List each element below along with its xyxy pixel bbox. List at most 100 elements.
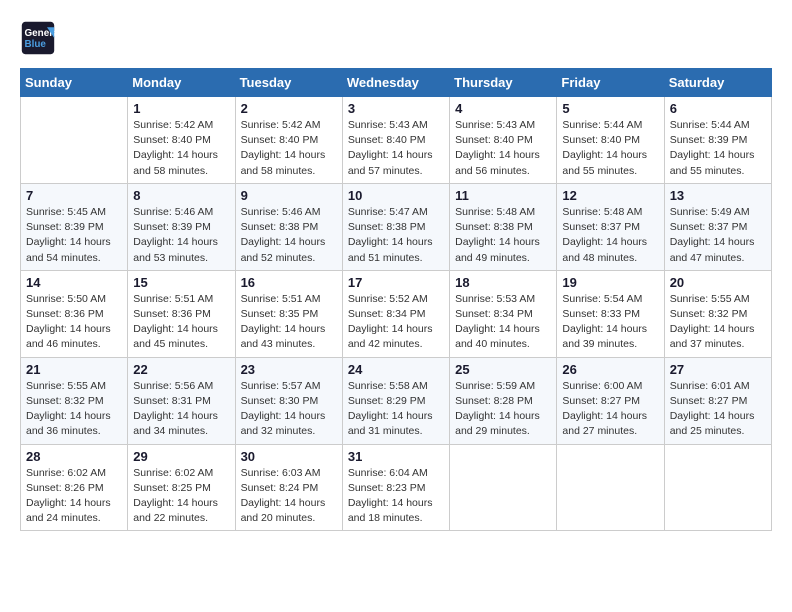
cell-info: Sunrise: 5:53 AM Sunset: 8:34 PM Dayligh… — [455, 292, 551, 353]
cell-info: Sunrise: 5:57 AM Sunset: 8:30 PM Dayligh… — [241, 379, 337, 440]
cell-info: Sunrise: 5:50 AM Sunset: 8:36 PM Dayligh… — [26, 292, 122, 353]
calendar-cell: 7 Sunrise: 5:45 AM Sunset: 8:39 PM Daylig… — [21, 183, 128, 270]
calendar-cell: 16Sunrise: 5:51 AM Sunset: 8:35 PM Dayli… — [235, 270, 342, 357]
calendar-cell: 24 Sunrise: 5:58 AM Sunset: 8:29 PM Dayli… — [342, 357, 449, 444]
header-thursday: Thursday — [450, 69, 557, 97]
day-number: 25 — [455, 362, 551, 377]
cell-info: Sunrise: 5:48 AM Sunset: 8:38 PM Dayligh… — [455, 205, 551, 266]
header-monday: Monday — [128, 69, 235, 97]
week-row-4: 21 Sunrise: 5:55 AM Sunset: 8:32 PM Dayli… — [21, 357, 772, 444]
cell-info: Sunrise: 6:00 AM Sunset: 8:27 PM Dayligh… — [562, 379, 658, 440]
cell-info: Sunrise: 5:43 AM Sunset: 8:40 PM Dayligh… — [348, 118, 444, 179]
header-friday: Friday — [557, 69, 664, 97]
week-row-3: 14 Sunrise: 5:50 AM Sunset: 8:36 PM Dayli… — [21, 270, 772, 357]
day-number: 8 — [133, 188, 229, 203]
calendar-cell: 30Sunrise: 6:03 AM Sunset: 8:24 PM Dayli… — [235, 444, 342, 531]
calendar-cell: 20Sunrise: 5:55 AM Sunset: 8:32 PM Dayli… — [664, 270, 771, 357]
header-wednesday: Wednesday — [342, 69, 449, 97]
cell-info: Sunrise: 5:48 AM Sunset: 8:37 PM Dayligh… — [562, 205, 658, 266]
day-number: 14 — [26, 275, 122, 290]
day-number: 23 — [241, 362, 337, 377]
calendar-cell: 14 Sunrise: 5:50 AM Sunset: 8:36 PM Dayli… — [21, 270, 128, 357]
logo: General Blue — [20, 20, 60, 56]
cell-info: Sunrise: 6:04 AM Sunset: 8:23 PM Dayligh… — [348, 466, 444, 527]
day-number: 11 — [455, 188, 551, 203]
day-number: 19 — [562, 275, 658, 290]
week-row-1: 1 Sunrise: 5:42 AM Sunset: 8:40 PM Daylig… — [21, 97, 772, 184]
cell-info: Sunrise: 5:58 AM Sunset: 8:29 PM Dayligh… — [348, 379, 444, 440]
calendar-cell: 25 Sunrise: 5:59 AM Sunset: 8:28 PM Dayli… — [450, 357, 557, 444]
cell-info: Sunrise: 5:55 AM Sunset: 8:32 PM Dayligh… — [670, 292, 766, 353]
day-number: 9 — [241, 188, 337, 203]
cell-info: Sunrise: 5:55 AM Sunset: 8:32 PM Dayligh… — [26, 379, 122, 440]
calendar-cell — [450, 444, 557, 531]
calendar-cell: 4Sunrise: 5:43 AM Sunset: 8:40 PM Daylig… — [450, 97, 557, 184]
day-number: 6 — [670, 101, 766, 116]
cell-info: Sunrise: 5:46 AM Sunset: 8:38 PM Dayligh… — [241, 205, 337, 266]
calendar-cell: 19 Sunrise: 5:54 AM Sunset: 8:33 PM Dayli… — [557, 270, 664, 357]
day-number: 1 — [133, 101, 229, 116]
day-number: 10 — [348, 188, 444, 203]
logo-icon: General Blue — [20, 20, 56, 56]
calendar-cell: 21 Sunrise: 5:55 AM Sunset: 8:32 PM Dayli… — [21, 357, 128, 444]
calendar-cell: 12Sunrise: 5:48 AM Sunset: 8:37 PM Dayli… — [557, 183, 664, 270]
day-number: 24 — [348, 362, 444, 377]
cell-info: Sunrise: 5:56 AM Sunset: 8:31 PM Dayligh… — [133, 379, 229, 440]
calendar-cell: 29 Sunrise: 6:02 AM Sunset: 8:25 PM Dayli… — [128, 444, 235, 531]
day-number: 29 — [133, 449, 229, 464]
cell-info: Sunrise: 5:44 AM Sunset: 8:39 PM Dayligh… — [670, 118, 766, 179]
cell-info: Sunrise: 6:02 AM Sunset: 8:25 PM Dayligh… — [133, 466, 229, 527]
calendar-cell: 31 Sunrise: 6:04 AM Sunset: 8:23 PM Dayli… — [342, 444, 449, 531]
calendar-cell: 5Sunrise: 5:44 AM Sunset: 8:40 PM Daylig… — [557, 97, 664, 184]
calendar-cell: 18 Sunrise: 5:53 AM Sunset: 8:34 PM Dayli… — [450, 270, 557, 357]
calendar-table: SundayMondayTuesdayWednesdayThursdayFrid… — [20, 68, 772, 531]
calendar-cell: 8 Sunrise: 5:46 AM Sunset: 8:39 PM Daylig… — [128, 183, 235, 270]
header: General Blue — [20, 20, 772, 56]
cell-info: Sunrise: 5:44 AM Sunset: 8:40 PM Dayligh… — [562, 118, 658, 179]
cell-info: Sunrise: 5:49 AM Sunset: 8:37 PM Dayligh… — [670, 205, 766, 266]
cell-info: Sunrise: 5:59 AM Sunset: 8:28 PM Dayligh… — [455, 379, 551, 440]
calendar-cell: 27Sunrise: 6:01 AM Sunset: 8:27 PM Dayli… — [664, 357, 771, 444]
cell-info: Sunrise: 5:47 AM Sunset: 8:38 PM Dayligh… — [348, 205, 444, 266]
calendar-cell — [664, 444, 771, 531]
cell-info: Sunrise: 5:43 AM Sunset: 8:40 PM Dayligh… — [455, 118, 551, 179]
day-number: 31 — [348, 449, 444, 464]
header-tuesday: Tuesday — [235, 69, 342, 97]
day-number: 3 — [348, 101, 444, 116]
calendar-cell: 3 Sunrise: 5:43 AM Sunset: 8:40 PM Daylig… — [342, 97, 449, 184]
calendar-cell: 6 Sunrise: 5:44 AM Sunset: 8:39 PM Daylig… — [664, 97, 771, 184]
calendar-header: SundayMondayTuesdayWednesdayThursdayFrid… — [21, 69, 772, 97]
calendar-cell: 15 Sunrise: 5:51 AM Sunset: 8:36 PM Dayli… — [128, 270, 235, 357]
day-number: 21 — [26, 362, 122, 377]
day-number: 18 — [455, 275, 551, 290]
svg-text:Blue: Blue — [25, 39, 47, 50]
cell-info: Sunrise: 5:52 AM Sunset: 8:34 PM Dayligh… — [348, 292, 444, 353]
cell-info: Sunrise: 5:51 AM Sunset: 8:36 PM Dayligh… — [133, 292, 229, 353]
cell-info: Sunrise: 5:54 AM Sunset: 8:33 PM Dayligh… — [562, 292, 658, 353]
day-number: 27 — [670, 362, 766, 377]
calendar-cell: 9 Sunrise: 5:46 AM Sunset: 8:38 PM Daylig… — [235, 183, 342, 270]
day-number: 13 — [670, 188, 766, 203]
cell-info: Sunrise: 5:42 AM Sunset: 8:40 PM Dayligh… — [133, 118, 229, 179]
calendar-cell: 2Sunrise: 5:42 AM Sunset: 8:40 PM Daylig… — [235, 97, 342, 184]
cell-info: Sunrise: 6:03 AM Sunset: 8:24 PM Dayligh… — [241, 466, 337, 527]
calendar-cell: 23 Sunrise: 5:57 AM Sunset: 8:30 PM Dayli… — [235, 357, 342, 444]
calendar-cell: 22 Sunrise: 5:56 AM Sunset: 8:31 PM Dayli… — [128, 357, 235, 444]
cell-info: Sunrise: 5:45 AM Sunset: 8:39 PM Dayligh… — [26, 205, 122, 266]
calendar-cell: 13 Sunrise: 5:49 AM Sunset: 8:37 PM Dayli… — [664, 183, 771, 270]
day-number: 15 — [133, 275, 229, 290]
header-saturday: Saturday — [664, 69, 771, 97]
day-number: 7 — [26, 188, 122, 203]
week-row-5: 28Sunrise: 6:02 AM Sunset: 8:26 PM Dayli… — [21, 444, 772, 531]
header-sunday: Sunday — [21, 69, 128, 97]
cell-info: Sunrise: 5:46 AM Sunset: 8:39 PM Dayligh… — [133, 205, 229, 266]
calendar-body: 1 Sunrise: 5:42 AM Sunset: 8:40 PM Daylig… — [21, 97, 772, 531]
calendar-cell: 17Sunrise: 5:52 AM Sunset: 8:34 PM Dayli… — [342, 270, 449, 357]
calendar-cell: 26Sunrise: 6:00 AM Sunset: 8:27 PM Dayli… — [557, 357, 664, 444]
page: General Blue SundayMondayTuesdayWednesda… — [0, 0, 792, 612]
day-number: 22 — [133, 362, 229, 377]
day-number: 28 — [26, 449, 122, 464]
calendar-cell: 11 Sunrise: 5:48 AM Sunset: 8:38 PM Dayli… — [450, 183, 557, 270]
calendar-cell: 10 Sunrise: 5:47 AM Sunset: 8:38 PM Dayli… — [342, 183, 449, 270]
calendar-cell — [21, 97, 128, 184]
